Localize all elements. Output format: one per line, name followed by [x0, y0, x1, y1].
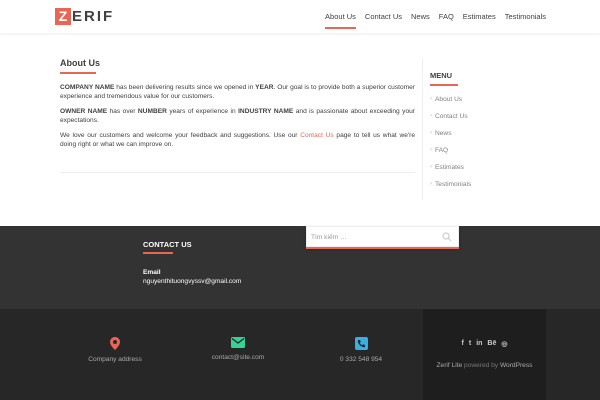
year: YEAR: [255, 84, 274, 91]
chevron-right-icon: ›: [430, 113, 432, 119]
sidebar-menu: MENU › About Us › Contact Us › News › FAQ › E…: [430, 71, 540, 198]
sidebar-item-label: About Us: [435, 96, 463, 103]
email-value: nguyenthituongvyssv@gmail.com: [143, 278, 242, 285]
chevron-right-icon: ›: [430, 96, 432, 102]
sidebar-item-label: FAQ: [435, 147, 449, 154]
email-label: Email: [143, 269, 161, 276]
text-segment: has been delivering results since we ope…: [114, 84, 256, 91]
sidebar-item-faq[interactable]: › FAQ: [430, 147, 540, 164]
number: NUMBER: [137, 108, 167, 115]
paragraph-intro: COMPANY NAME has been delivering results…: [60, 84, 415, 101]
nav-item-testimonials[interactable]: Testimonials: [505, 12, 546, 21]
sidebar-item-label: Testimonials: [435, 181, 472, 188]
nav-item-news[interactable]: News: [411, 12, 430, 21]
industry-name: INDUSTRY NAME: [238, 108, 294, 115]
address-text: Company address: [88, 356, 142, 363]
social-links: f t in Bē ◎: [423, 340, 546, 348]
email-text[interactable]: contact@site.com: [183, 354, 293, 361]
footer-widgets: [0, 226, 600, 309]
text-segment: years of experience in: [166, 108, 239, 115]
company-name: COMPANY NAME: [60, 84, 115, 91]
paragraph-owner: OWNER NAME has over NUMBER years of expe…: [60, 108, 415, 125]
sidebar-title: MENU: [430, 71, 453, 80]
owner-name: OWNER NAME: [60, 108, 108, 115]
nav-item-estimates[interactable]: Estimates: [463, 12, 496, 21]
footer-credits-panel: [423, 309, 546, 400]
logo-mark: Z: [55, 7, 71, 25]
wordpress-link[interactable]: WordPress: [500, 362, 533, 369]
chevron-right-icon: ›: [430, 147, 432, 153]
sidebar-item-contact-us[interactable]: › Contact Us: [430, 113, 540, 130]
content-divider: [60, 172, 415, 173]
chevron-right-icon: ›: [430, 130, 432, 136]
contact-us-link[interactable]: Contact Us: [300, 132, 334, 139]
sidebar-item-estimates[interactable]: › Estimates: [430, 164, 540, 181]
facebook-icon[interactable]: f: [462, 340, 464, 348]
nav-item-faq[interactable]: FAQ: [439, 12, 454, 21]
twitter-icon[interactable]: t: [469, 340, 471, 348]
sidebar-item-testimonials[interactable]: › Testimonials: [430, 181, 540, 198]
site-header: Z ERIF About Us Contact Us News FAQ Esti…: [0, 0, 600, 33]
paragraph-feedback: We love our customers and welcome your f…: [60, 132, 415, 149]
contact-title-underline: [143, 252, 173, 254]
sidebar-item-label: Contact Us: [435, 113, 468, 120]
dribbble-icon[interactable]: ◎: [501, 340, 507, 348]
credit-text: powered by: [462, 362, 500, 369]
page-content: About Us COMPANY NAME has been deliverin…: [60, 58, 415, 156]
sidebar-item-label: News: [435, 130, 452, 137]
map-pin-icon: [110, 337, 120, 350]
logo-text: ERIF: [72, 7, 115, 25]
phone-text: 0 332 548 954: [339, 356, 383, 363]
text-segment: has over: [107, 108, 138, 115]
search-form: [306, 226, 459, 247]
sidebar-item-news[interactable]: › News: [430, 130, 540, 147]
envelope-icon: [231, 337, 245, 348]
phone-icon: [354, 337, 368, 350]
linkedin-icon[interactable]: in: [476, 340, 482, 348]
footer-address: Company address: [60, 337, 170, 363]
sidebar-item-label: Estimates: [435, 164, 464, 171]
footer-credit: Zerif Lite powered by WordPress: [423, 362, 546, 369]
nav-item-contact-us[interactable]: Contact Us: [365, 12, 402, 21]
sidebar-divider: [422, 58, 423, 200]
chevron-right-icon: ›: [430, 181, 432, 187]
page-title: About Us: [60, 58, 100, 68]
contact-widget-title: CONTACT US: [143, 240, 192, 249]
theme-link[interactable]: Zerif Lite: [437, 362, 463, 369]
chevron-right-icon: ›: [430, 164, 432, 170]
site-logo[interactable]: Z ERIF: [55, 7, 114, 25]
search-underline: [306, 247, 459, 249]
footer-phone: 0 332 548 954: [306, 337, 416, 363]
search-input[interactable]: [311, 231, 436, 243]
search-icon[interactable]: [442, 232, 452, 242]
main-nav: About Us Contact Us News FAQ Estimates T…: [325, 12, 546, 29]
nav-item-about-us[interactable]: About Us: [325, 12, 356, 29]
sidebar-item-about-us[interactable]: › About Us: [430, 96, 540, 113]
title-underline: [60, 72, 96, 74]
text-segment: We love our customers and welcome your f…: [60, 132, 301, 139]
sidebar-title-underline: [430, 84, 458, 86]
behance-icon[interactable]: Bē: [487, 340, 496, 348]
footer-email: contact@site.com: [183, 337, 293, 361]
